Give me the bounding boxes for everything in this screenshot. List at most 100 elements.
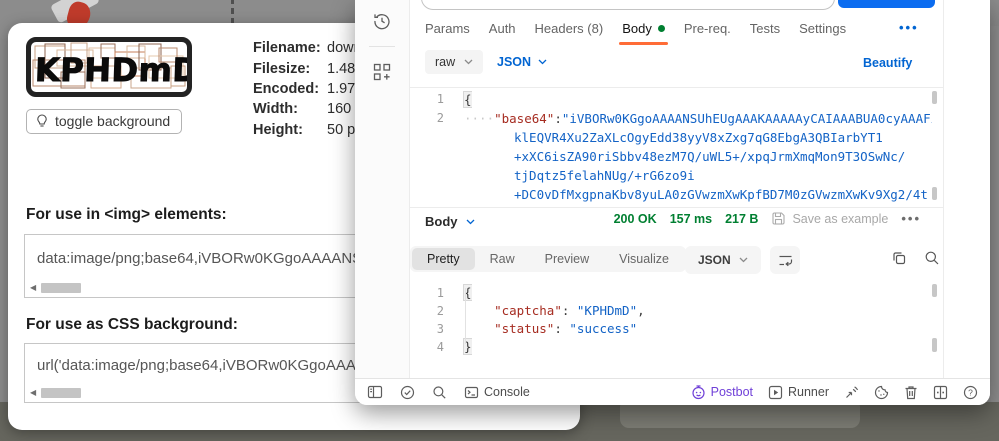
request-tab-auth[interactable]: Auth (489, 21, 516, 36)
request-body-editor[interactable]: 1{2····"base64":"iVBORw0KGgoAAAANSUhEUgA… (410, 90, 932, 204)
response-meta: 200 OK 157 ms 217 B Save as example ••• (605, 211, 921, 226)
scroll-left-arrow-icon[interactable]: ◀ (30, 282, 41, 294)
new-panel-icon[interactable] (372, 62, 392, 82)
metadata-label: Filename: (253, 40, 319, 56)
request-language-value: JSON (497, 55, 531, 69)
line-number: 1 (410, 284, 458, 302)
toggle-sidebar-button[interactable] (367, 385, 383, 399)
cookies-button[interactable] (874, 385, 889, 400)
response-status: 200 OK (614, 212, 657, 226)
code-line-content: +xXC6isZA90riSbbv48ezM7Q/uWL5+/xpqJrmXmq… (458, 147, 905, 166)
console-button[interactable]: Console (464, 385, 530, 399)
cookie-icon (874, 385, 889, 400)
metadata-label: Encoded: (253, 81, 319, 97)
response-body-dropdown[interactable]: Body (425, 214, 475, 229)
code-token: "KPHDmD" (577, 303, 637, 318)
code-token (464, 303, 494, 318)
line-number: 2 (410, 109, 458, 128)
console-icon (464, 386, 479, 399)
response-language-dropdown[interactable]: JSON (685, 246, 761, 274)
search-icon (432, 385, 447, 400)
scrollbar-thumb[interactable] (932, 284, 937, 297)
response-tab-visualize[interactable]: Visualize (604, 248, 684, 270)
help-button[interactable]: ? (963, 385, 978, 400)
css-usage-heading: For use as CSS background: (26, 316, 238, 334)
right-rail-divider (943, 0, 944, 378)
response-tab-preview[interactable]: Preview (530, 248, 604, 270)
body-mode-value: raw (435, 55, 455, 69)
captcha-text: KPHDmD (34, 51, 187, 89)
response-more-options-button[interactable]: ••• (901, 211, 921, 226)
scrollbar-thumb[interactable] (932, 187, 937, 200)
find-button[interactable] (432, 385, 447, 400)
scroll-left-arrow-icon[interactable]: ◀ (30, 387, 41, 399)
console-label: Console (484, 385, 530, 399)
scrollbar-thumb[interactable] (932, 338, 937, 352)
chevron-down-icon (739, 257, 748, 263)
captcha-image: KPHDmD (26, 37, 192, 97)
background-right-strip (991, 26, 999, 402)
response-view-tabs: PrettyRawPreviewVisualize (410, 246, 686, 272)
copy-icon (891, 250, 907, 266)
checkpoints-button[interactable] (400, 385, 415, 400)
request-language-dropdown[interactable]: JSON (497, 55, 547, 69)
scrollbar-thumb[interactable] (932, 91, 937, 104)
request-tab-tests[interactable]: Tests (750, 21, 780, 36)
runner-button[interactable]: Runner (768, 385, 829, 400)
response-size: 217 B (725, 212, 758, 226)
line-number (410, 185, 458, 204)
request-more-options-button[interactable]: ••• (899, 20, 919, 35)
code-line: 3 "status": "success" (410, 320, 932, 338)
history-icon[interactable] (372, 11, 392, 31)
code-token: +xXC6isZA90riSbbv48ezM7Q/uWL5+/xpqJrmXmq… (514, 149, 905, 164)
body-mode-dropdown[interactable]: raw (425, 50, 483, 74)
code-line: 1{ (410, 284, 932, 302)
response-tab-pretty[interactable]: Pretty (412, 248, 475, 270)
postman-window: Params Auth Headers (8) Body Pre-req. Tests Se… (355, 0, 990, 405)
code-token: : (562, 303, 577, 318)
beautify-button[interactable]: Beautify (863, 56, 912, 70)
svg-text:?: ? (968, 387, 973, 397)
divider (410, 207, 943, 208)
postbot-button[interactable]: Postbot (691, 385, 753, 400)
code-token: , (637, 303, 645, 318)
runner-label: Runner (788, 385, 829, 399)
code-line: 2····"base64":"iVBORw0KGgoAAAANSUhEUgAAA… (410, 109, 932, 128)
code-line: tjDqtz5felahNUg/+rG6zo9i (410, 166, 932, 185)
response-body-viewer[interactable]: 1{2 "captcha": "KPHDmD",3 "status": "suc… (410, 284, 932, 356)
request-tab-body[interactable]: Body (622, 21, 665, 36)
code-line-content: "captcha": "KPHDmD", (458, 302, 645, 320)
request-tab-label: Headers (8) (535, 21, 604, 36)
trash-button[interactable] (904, 385, 918, 400)
copy-response-button[interactable] (891, 250, 907, 266)
indent-guide (465, 288, 466, 344)
request-tab-pre-req-[interactable]: Pre-req. (684, 21, 731, 36)
line-number: 1 (410, 90, 458, 109)
code-line: 2 "captcha": "KPHDmD", (410, 302, 932, 320)
request-tab-label: Body (622, 21, 652, 36)
check-circle-icon (400, 385, 415, 400)
request-tab-label: Auth (489, 21, 516, 36)
code-token: "success" (569, 321, 637, 336)
request-tab-headers-8-[interactable]: Headers (8) (535, 21, 604, 36)
response-tab-raw[interactable]: Raw (475, 248, 530, 270)
wrap-text-button[interactable] (770, 246, 800, 274)
send-button[interactable] (838, 0, 935, 8)
save-icon (771, 211, 786, 226)
split-panel-button[interactable] (933, 385, 948, 400)
scrollbar-thumb[interactable] (41, 283, 81, 293)
code-token: "captcha" (494, 303, 562, 318)
chevron-down-icon (538, 59, 547, 65)
toggle-background-button[interactable]: toggle background (26, 109, 182, 134)
code-line-content: +DC0vDfMxgpnaKbv8yuLA0zGVwzmXwKpfBD7M0zG… (458, 185, 928, 204)
search-response-button[interactable] (924, 250, 940, 266)
capture-requests-button[interactable] (844, 385, 859, 400)
scrollbar-thumb[interactable] (41, 388, 81, 398)
save-as-example-button[interactable]: Save as example (771, 211, 888, 226)
code-token: ···· (464, 111, 494, 126)
request-tab-settings[interactable]: Settings (799, 21, 846, 36)
line-number (410, 166, 458, 185)
url-input[interactable] (421, 0, 835, 10)
save-as-example-label: Save as example (792, 212, 888, 226)
request-tab-params[interactable]: Params (425, 21, 470, 36)
